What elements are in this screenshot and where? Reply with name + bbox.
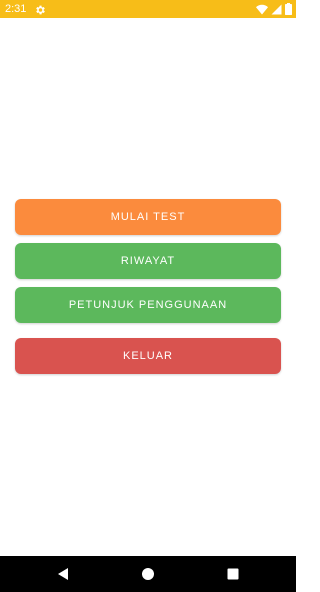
history-button[interactable]: RIWAYAT (15, 243, 281, 279)
exit-button[interactable]: KELUAR (15, 338, 281, 374)
settings-gear-icon (34, 3, 46, 15)
status-icons (256, 3, 292, 15)
user-guide-button[interactable]: PETUNJUK PENGGUNAAN (15, 287, 281, 323)
back-icon[interactable] (55, 566, 71, 582)
status-time: 2:31 (5, 3, 27, 15)
status-bar: 2:31 (0, 0, 296, 18)
app-screen: 2:31 MULAI TEST RIWAYAT PETUNJUK PENGGUN… (0, 0, 296, 592)
start-test-button[interactable]: MULAI TEST (15, 199, 281, 235)
recent-apps-icon[interactable] (225, 566, 241, 582)
home-icon[interactable] (140, 566, 156, 582)
battery-icon (285, 3, 292, 15)
main-content: MULAI TEST RIWAYAT PETUNJUK PENGGUNAAN K… (0, 18, 296, 556)
navigation-bar (0, 556, 296, 592)
wifi-icon (256, 4, 268, 15)
cellular-signal-icon (271, 4, 282, 15)
